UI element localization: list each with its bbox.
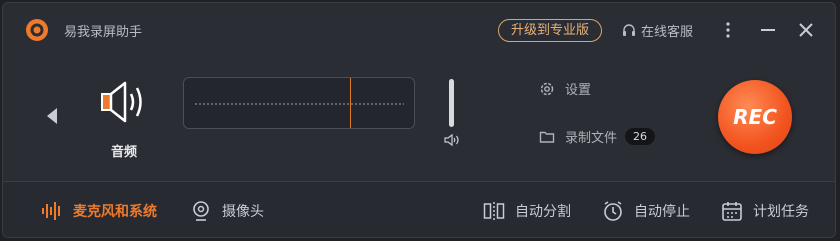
settings-link[interactable]: 设置 xyxy=(539,79,591,98)
speaker-icon xyxy=(101,81,142,123)
gear-icon xyxy=(540,82,554,95)
split-icon xyxy=(483,202,505,220)
audio-level-meter xyxy=(183,77,415,129)
auto-split-button[interactable]: 自动分割 xyxy=(483,182,571,237)
recorder-window: 易我录屏助手 升级到专业版 在线客服 音频 设置 录制文件 26 REC 麦克风… xyxy=(2,2,836,238)
headset-icon xyxy=(623,23,635,36)
volume-slider[interactable] xyxy=(449,79,454,127)
settings-label: 设置 xyxy=(565,83,592,98)
meter-peak-marker xyxy=(350,78,351,128)
audio-source-label: 音频 xyxy=(111,145,138,160)
webcam-icon xyxy=(193,201,209,221)
camera-tab[interactable]: 摄像头 xyxy=(190,182,264,237)
recordings-count-badge: 26 xyxy=(625,128,656,145)
upgrade-button[interactable]: 升级到专业版 xyxy=(498,19,602,42)
previous-source-arrow-icon[interactable] xyxy=(45,106,59,126)
close-icon[interactable] xyxy=(797,21,815,39)
scheduled-task-label: 计划任务 xyxy=(753,204,809,220)
auto-split-label: 自动分割 xyxy=(515,204,571,220)
camera-label: 摄像头 xyxy=(222,204,264,220)
app-logo-icon xyxy=(26,19,48,41)
calendar-icon xyxy=(722,202,742,221)
online-support-button[interactable]: 在线客服 xyxy=(621,21,693,40)
recordings-label: 录制文件 xyxy=(565,131,618,146)
online-support-label: 在线客服 xyxy=(641,25,694,40)
recordings-link[interactable]: 录制文件 26 xyxy=(539,127,656,146)
auto-stop-label: 自动停止 xyxy=(634,204,690,220)
mic-and-system-label: 麦克风和系统 xyxy=(73,204,157,220)
record-button[interactable]: REC xyxy=(718,80,792,154)
soundwave-icon xyxy=(42,202,60,220)
meter-level-dots xyxy=(194,103,404,105)
scheduled-task-button[interactable]: 计划任务 xyxy=(721,182,809,237)
alarm-clock-icon xyxy=(604,201,622,221)
auto-stop-button[interactable]: 自动停止 xyxy=(602,182,690,237)
title-bar: 易我录屏助手 升级到专业版 在线客服 xyxy=(3,3,835,57)
more-options-icon[interactable] xyxy=(719,21,737,39)
mic-and-system-tab[interactable]: 麦克风和系统 xyxy=(41,182,157,237)
volume-icon xyxy=(444,133,459,147)
folder-icon xyxy=(539,131,555,143)
app-title: 易我录屏助手 xyxy=(64,25,143,40)
minimize-icon[interactable] xyxy=(759,21,777,39)
bottom-toolbar: 麦克风和系统 摄像头 自动分割 自动停止 计划任务 xyxy=(3,181,835,237)
